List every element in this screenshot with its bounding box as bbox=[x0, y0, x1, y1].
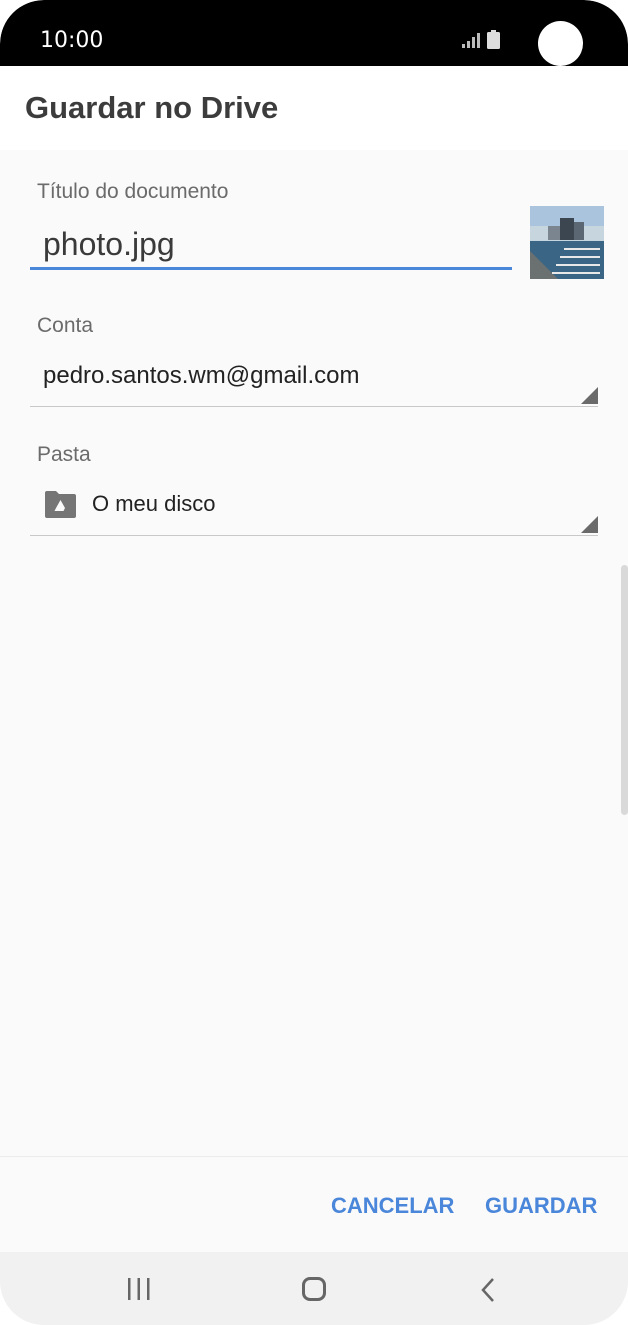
folder-field-label: Pasta bbox=[37, 443, 91, 466]
dialog-actions: CANCELAR GUARDAR bbox=[0, 1156, 628, 1253]
navigation-bar bbox=[0, 1252, 628, 1325]
signal-icon bbox=[462, 33, 480, 48]
battery-icon bbox=[487, 30, 500, 49]
photo-thumbnail bbox=[530, 206, 604, 279]
camera-cutout bbox=[538, 21, 583, 66]
scrollbar[interactable] bbox=[621, 565, 628, 815]
drive-folder-icon bbox=[45, 491, 76, 518]
folder-value: O meu disco bbox=[92, 491, 216, 516]
home-icon[interactable] bbox=[302, 1277, 326, 1301]
recent-apps-icon[interactable] bbox=[126, 1278, 152, 1300]
phone-screen: 10:00 Guardar no Drive Título do documen… bbox=[0, 0, 628, 1325]
folder-dropdown[interactable]: O meu disco bbox=[30, 481, 598, 536]
back-icon[interactable] bbox=[480, 1277, 496, 1303]
form-body: Título do documento Conta pedro.santos.w… bbox=[0, 150, 628, 1156]
save-button[interactable]: GUARDAR bbox=[485, 1193, 597, 1219]
cancel-button[interactable]: CANCELAR bbox=[331, 1193, 454, 1219]
status-bar: 10:00 bbox=[0, 0, 628, 66]
account-field-label: Conta bbox=[37, 314, 94, 337]
document-title-input[interactable] bbox=[30, 222, 512, 270]
dialog-header: Guardar no Drive bbox=[0, 66, 628, 150]
status-time: 10:00 bbox=[40, 28, 104, 53]
account-value: pedro.santos.wm@gmail.com bbox=[43, 362, 360, 389]
dropdown-arrow-icon bbox=[581, 516, 598, 533]
title-field-label: Título do documento bbox=[37, 180, 229, 203]
dropdown-arrow-icon bbox=[581, 387, 598, 404]
page-title: Guardar no Drive bbox=[25, 90, 279, 125]
account-dropdown[interactable]: pedro.santos.wm@gmail.com bbox=[30, 352, 598, 407]
